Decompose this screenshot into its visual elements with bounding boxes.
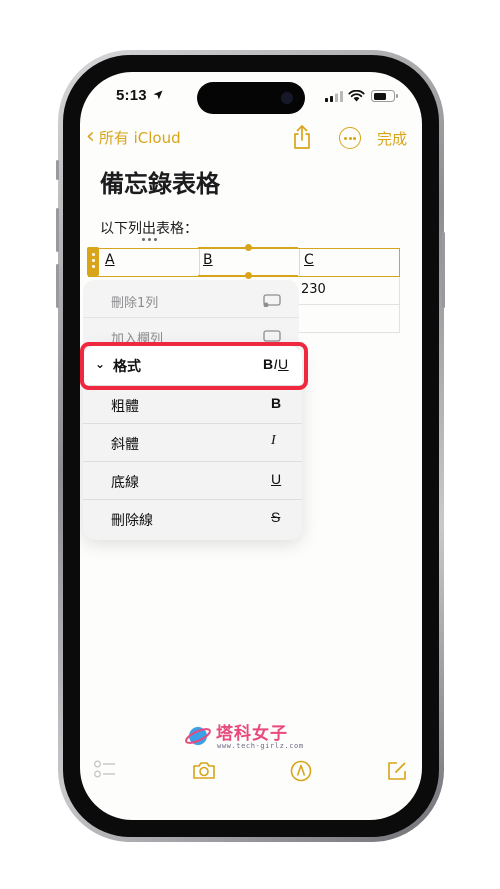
menu-divider <box>83 317 299 318</box>
table-cell-value: 230 <box>301 282 326 297</box>
menu-item-italic[interactable]: 斜體 I <box>83 423 302 461</box>
watermark: 塔科女子 www.tech-girlz.com <box>184 720 324 754</box>
delete-row-icon <box>263 294 281 307</box>
wifi-icon <box>348 90 365 102</box>
share-icon[interactable] <box>291 124 313 150</box>
watermark-url: www.tech-girlz.com <box>217 742 304 750</box>
cell-divider <box>299 249 300 275</box>
table-cell-b1[interactable]: B <box>203 252 213 268</box>
menu-item-label: 刪除線 <box>111 513 153 529</box>
battery-icon <box>371 90 398 102</box>
front-camera-icon <box>281 92 293 104</box>
compose-icon[interactable] <box>386 760 408 782</box>
camera-icon[interactable] <box>192 760 216 780</box>
note-title[interactable]: 備忘錄表格 <box>100 164 220 199</box>
side-button-volume-up <box>56 208 59 252</box>
note-body-text[interactable]: 以下列出表格： <box>100 218 198 238</box>
underline-icon: U <box>271 471 282 487</box>
back-label: 所有 iCloud <box>98 128 181 147</box>
chevron-left-icon: ‹ <box>86 124 95 149</box>
cellular-signal-icon <box>325 91 343 102</box>
menu-item-bold[interactable]: 粗體 B <box>83 385 302 423</box>
menu-item-strikethrough[interactable]: 刪除線 S <box>83 499 302 537</box>
menu-item-label: 底線 <box>111 475 139 491</box>
highlight-annotation <box>80 342 308 390</box>
menu-item-underline[interactable]: 底線 U <box>83 461 302 499</box>
strikethrough-icon: S <box>271 509 281 525</box>
table-row-selected[interactable]: A B C <box>87 247 400 277</box>
table-cell-c3[interactable] <box>299 305 400 333</box>
planet-logo-icon <box>185 727 211 745</box>
side-button-power <box>442 232 445 308</box>
table-cell-c1[interactable]: C <box>304 252 314 268</box>
italic-icon: I <box>271 433 276 448</box>
checklist-icon[interactable] <box>94 760 116 780</box>
selection-line <box>198 275 298 277</box>
markup-pen-icon[interactable] <box>290 760 312 782</box>
bold-icon: B <box>271 395 282 411</box>
menu-item-delete-row[interactable]: 刪除1列 <box>111 292 158 311</box>
location-arrow-icon <box>153 90 163 100</box>
screenshot-stage: 5:13 ‹ 所有 iCloud 完成 備忘錄表格 以下列出表格： 230 A … <box>0 0 500 889</box>
back-button[interactable]: ‹ 所有 iCloud <box>86 126 181 148</box>
menu-item-label: 斜體 <box>111 437 139 453</box>
status-time: 5:13 <box>116 87 147 104</box>
done-button[interactable]: 完成 <box>377 128 407 149</box>
table-cell-a1[interactable]: A <box>105 252 115 268</box>
cell-divider <box>199 249 200 275</box>
side-button-silent <box>56 160 59 180</box>
phone-screen: 5:13 ‹ 所有 iCloud 完成 備忘錄表格 以下列出表格： 230 A … <box>80 72 422 820</box>
table-column-handle[interactable] <box>142 238 158 242</box>
dynamic-island <box>197 82 305 114</box>
row-handle[interactable] <box>87 247 99 276</box>
watermark-title: 塔科女子 <box>216 724 288 744</box>
more-options-icon[interactable] <box>339 127 361 149</box>
menu-item-label: 粗體 <box>111 399 139 415</box>
selection-line <box>198 247 298 249</box>
side-button-volume-down <box>56 264 59 308</box>
